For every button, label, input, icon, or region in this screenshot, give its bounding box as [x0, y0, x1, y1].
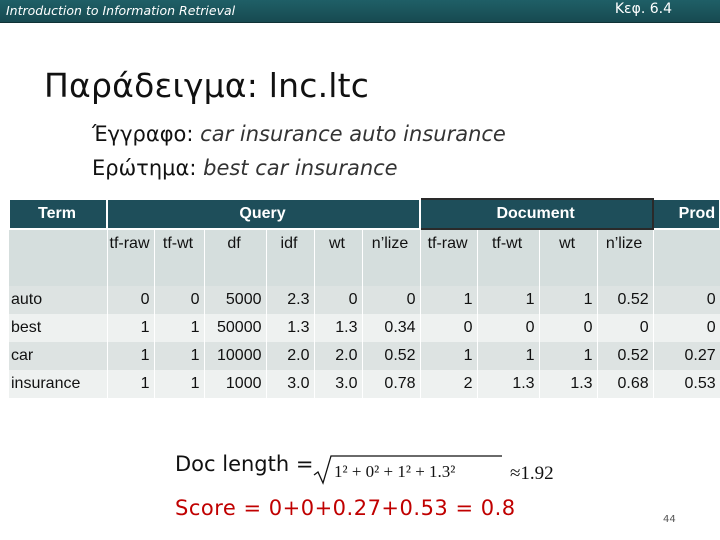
sub-header: df	[204, 229, 267, 286]
table-cell: 1.3	[477, 370, 540, 398]
table-cell: 0	[539, 314, 598, 342]
slide-title: Παράδειγμα: lnc.ltc	[44, 66, 370, 105]
table-cell: 0.52	[597, 286, 654, 314]
term-cell: auto	[9, 286, 108, 314]
table-cell: 0	[477, 314, 540, 342]
weights-table: Term Query Document Prod tf-raw tf-wt df…	[8, 198, 720, 398]
table-cell: 1	[539, 342, 598, 370]
chapter-ref: Κεφ. 6.4	[614, 1, 672, 17]
table-cell: 1	[107, 370, 155, 398]
document-header: Document	[419, 198, 655, 230]
table-cell: 1	[154, 314, 205, 342]
sub-header-row: tf-raw tf-wt df idf wt n’lize tf-raw tf-…	[9, 229, 720, 286]
sub-header: tf-raw	[107, 229, 155, 286]
group-header-row: Term Query Document Prod	[8, 198, 720, 230]
table-cell: 2.3	[266, 286, 315, 314]
table-row: car 1 1 10000 2.0 2.0 0.52 1 1 1 0.52 0.…	[9, 342, 720, 370]
sub-header: wt	[314, 229, 363, 286]
query-header: Query	[105, 198, 422, 230]
term-header: Term	[8, 198, 108, 230]
table-cell: 0	[597, 314, 654, 342]
table-row: auto 0 0 5000 2.3 0 0 1 1 1 0.52 0	[9, 286, 720, 314]
term-cell: car	[9, 342, 108, 370]
term-cell: insurance	[9, 370, 108, 398]
table-row: insurance 1 1 1000 3.0 3.0 0.78 2 1.3 1.…	[9, 370, 720, 398]
table-cell: 1	[539, 286, 598, 314]
table-cell: 1000	[204, 370, 267, 398]
sub-header: tf-wt	[154, 229, 205, 286]
sub-header: tf-raw	[420, 229, 478, 286]
formula-result: ≈1.92	[510, 463, 554, 484]
doc-length-label: Doc length =	[175, 452, 314, 476]
table-cell: 0.68	[597, 370, 654, 398]
sub-header: tf-wt	[477, 229, 540, 286]
table-cell: 1	[477, 342, 540, 370]
term-cell: best	[9, 314, 108, 342]
table-cell: 2	[420, 370, 478, 398]
table-cell: 0	[107, 286, 155, 314]
table-cell: 2.0	[266, 342, 315, 370]
query-text: best car insurance	[203, 156, 398, 180]
sub-header: n’lize	[597, 229, 654, 286]
table-cell: 1	[154, 370, 205, 398]
sub-header: idf	[266, 229, 315, 286]
header-bar: Introduction to Information Retrieval Κε…	[0, 0, 720, 23]
table-cell: 0	[653, 314, 720, 342]
table-cell: 0	[362, 286, 421, 314]
document-label: Έγγραφο:	[92, 122, 194, 146]
table-row: best 1 1 50000 1.3 1.3 0.34 0 0 0 0 0	[9, 314, 720, 342]
query-line: Ερώτημα: best car insurance	[92, 156, 398, 180]
document-text: car insurance auto insurance	[200, 122, 506, 146]
table-cell: 1.3	[314, 314, 363, 342]
table-cell: 1	[420, 286, 478, 314]
table-cell: 2.0	[314, 342, 363, 370]
table-cell: 3.0	[266, 370, 315, 398]
table-cell: 5000	[204, 286, 267, 314]
sub-header-empty	[653, 229, 720, 286]
table-cell: 0.52	[362, 342, 421, 370]
table-cell: 1	[107, 314, 155, 342]
page-number: 44	[663, 514, 676, 525]
table-cell: 1	[107, 342, 155, 370]
table-cell: 0.27	[653, 342, 720, 370]
table-cell: 1	[420, 342, 478, 370]
table-cell: 0	[653, 286, 720, 314]
doc-length-formula: 1² + 0² + 1² + 1.3² ≈1.92	[313, 455, 554, 485]
query-label: Ερώτημα:	[92, 156, 197, 180]
table-cell: 1.3	[266, 314, 315, 342]
sub-header-empty	[9, 229, 108, 286]
table-cell: 1.3	[539, 370, 598, 398]
sub-header: wt	[539, 229, 598, 286]
course-title: Introduction to Information Retrieval	[6, 3, 236, 18]
table-cell: 0.78	[362, 370, 421, 398]
table-cell: 3.0	[314, 370, 363, 398]
score-line: Score = 0+0+0.27+0.53 = 0.8	[175, 496, 516, 520]
table-cell: 0	[154, 286, 205, 314]
table-cell: 0	[420, 314, 478, 342]
table-cell: 0.34	[362, 314, 421, 342]
table-cell: 0.52	[597, 342, 654, 370]
formula-radicand: 1² + 0² + 1² + 1.3²	[334, 462, 455, 481]
table-cell: 1	[477, 286, 540, 314]
table-cell: 0	[314, 286, 363, 314]
table-cell: 10000	[204, 342, 267, 370]
table-cell: 50000	[204, 314, 267, 342]
table-cell: 1	[154, 342, 205, 370]
document-line: Έγγραφο: car insurance auto insurance	[92, 122, 506, 146]
sub-header: n’lize	[362, 229, 421, 286]
prod-header: Prod	[652, 198, 720, 230]
table-cell: 0.53	[653, 370, 720, 398]
